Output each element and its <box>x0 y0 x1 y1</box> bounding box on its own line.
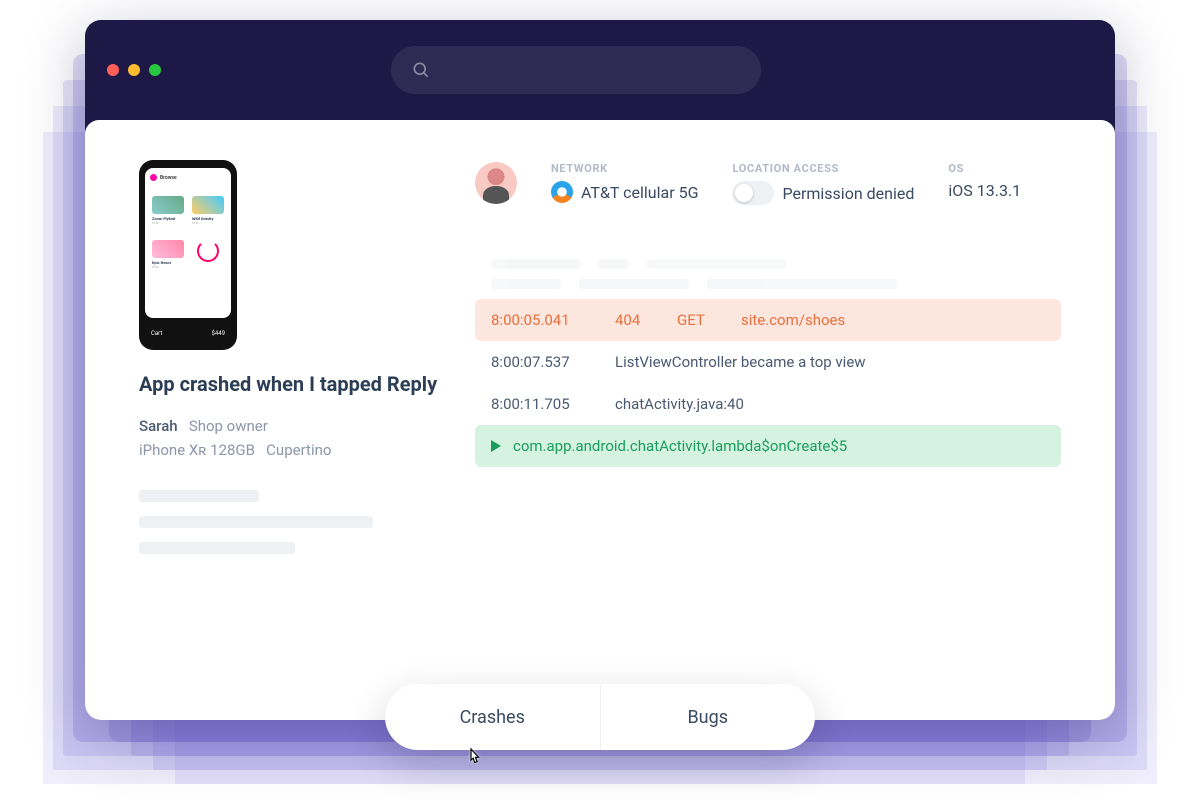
tab-bugs-label: Bugs <box>687 707 728 728</box>
session-column: NETWORK AT&T cellular 5G LOCATION ACCESS… <box>475 160 1061 680</box>
tab-bugs[interactable]: Bugs <box>600 684 816 750</box>
view-tabs: Crashes Bugs <box>385 684 815 750</box>
avatar[interactable] <box>475 162 517 204</box>
meta-location-value: Permission denied <box>782 184 914 203</box>
close-icon[interactable] <box>107 64 119 76</box>
play-icon <box>491 440 501 452</box>
reporter-location: Cupertino <box>266 441 331 459</box>
log-msg: com.app.android.chatActivity.lambda$onCr… <box>513 437 1045 455</box>
preview-screen-title: Browse <box>160 175 177 181</box>
tab-crashes[interactable]: Crashes <box>385 684 600 750</box>
reporter-info: Sarah Shop owner iPhone Xʀ 128GB Cuperti… <box>139 414 439 462</box>
log-time: 8:00:05.041 <box>491 311 591 329</box>
preview-footer-right: $449 <box>212 330 226 337</box>
titlebar <box>85 20 1115 120</box>
meta-os-value: iOS 13.3.1 <box>948 181 1021 200</box>
reporter-device: iPhone Xʀ 128GB <box>139 441 255 459</box>
app-window: Browse Zoom Flyknit$149 Wild Gravity$139… <box>85 20 1115 720</box>
loading-spinner-icon <box>197 240 219 262</box>
reporter-role: Shop owner <box>189 417 268 435</box>
log-list: 8:00:05.041 404 GET site.com/shoes 8:00:… <box>475 259 1061 467</box>
log-time: 8:00:07.537 <box>491 353 591 371</box>
content-panel: Browse Zoom Flyknit$149 Wild Gravity$139… <box>85 120 1115 720</box>
device-screen: Browse Zoom Flyknit$149 Wild Gravity$139… <box>145 168 231 318</box>
minimize-icon[interactable] <box>128 64 140 76</box>
log-row[interactable]: 8:00:11.705 chatActivity.java:40 <box>475 383 1061 425</box>
log-msg: ListViewController became a top view <box>615 353 1045 371</box>
cursor-icon <box>465 746 485 776</box>
meta-network-label: NETWORK <box>551 162 698 175</box>
search-icon <box>411 60 431 80</box>
log-msg: site.com/shoes <box>741 311 1045 329</box>
meta-network: NETWORK AT&T cellular 5G <box>551 162 698 203</box>
window-controls <box>107 64 161 76</box>
meta-location-access: LOCATION ACCESS Permission denied <box>732 162 914 205</box>
carrier-icon <box>551 181 573 203</box>
meta-os-label: OS <box>948 162 1021 175</box>
location-toggle[interactable] <box>732 181 774 205</box>
zoom-icon[interactable] <box>149 64 161 76</box>
tab-crashes-label: Crashes <box>460 707 525 728</box>
log-msg: chatActivity.java:40 <box>615 395 1045 413</box>
reporter-name: Sarah <box>139 417 178 435</box>
preview-footer-left: Cart <box>151 330 162 337</box>
meta-location-label: LOCATION ACCESS <box>732 162 914 175</box>
log-row-error[interactable]: 8:00:05.041 404 GET site.com/shoes <box>475 299 1061 341</box>
log-row[interactable]: 8:00:07.537 ListViewController became a … <box>475 341 1061 383</box>
placeholder-lines <box>139 490 439 554</box>
bug-title: App crashed when I tapped Reply <box>139 372 439 396</box>
bug-detail-column: Browse Zoom Flyknit$149 Wild Gravity$139… <box>139 160 439 680</box>
log-row-stack[interactable]: com.app.android.chatActivity.lambda$onCr… <box>475 425 1061 467</box>
device-preview: Browse Zoom Flyknit$149 Wild Gravity$139… <box>139 160 237 350</box>
meta-os: OS iOS 13.3.1 <box>948 162 1021 200</box>
log-time: 8:00:11.705 <box>491 395 591 413</box>
meta-network-value: AT&T cellular 5G <box>581 183 698 202</box>
log-status: 404 <box>615 311 653 329</box>
search-input[interactable] <box>391 46 761 94</box>
log-method: GET <box>677 311 717 329</box>
